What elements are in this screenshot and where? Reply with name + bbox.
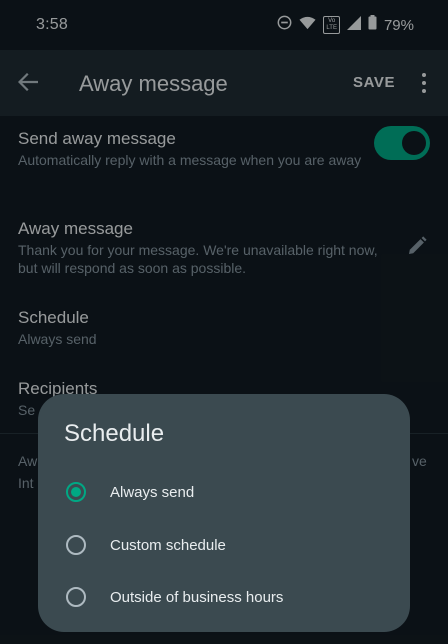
radio-button-selected[interactable] xyxy=(66,482,86,502)
option-outside-business-hours[interactable]: Outside of business hours xyxy=(38,573,410,621)
option-always-send[interactable]: Always send xyxy=(38,468,410,516)
radio-button[interactable] xyxy=(66,587,86,607)
option-label: Always send xyxy=(110,483,195,501)
dialog-title: Schedule xyxy=(64,420,165,447)
option-custom-schedule[interactable]: Custom schedule xyxy=(38,521,410,569)
option-label: Custom schedule xyxy=(110,536,226,554)
option-label: Outside of business hours xyxy=(110,588,284,606)
schedule-dialog: Schedule Always send Custom schedule Out… xyxy=(38,394,410,632)
radio-button[interactable] xyxy=(66,535,86,555)
